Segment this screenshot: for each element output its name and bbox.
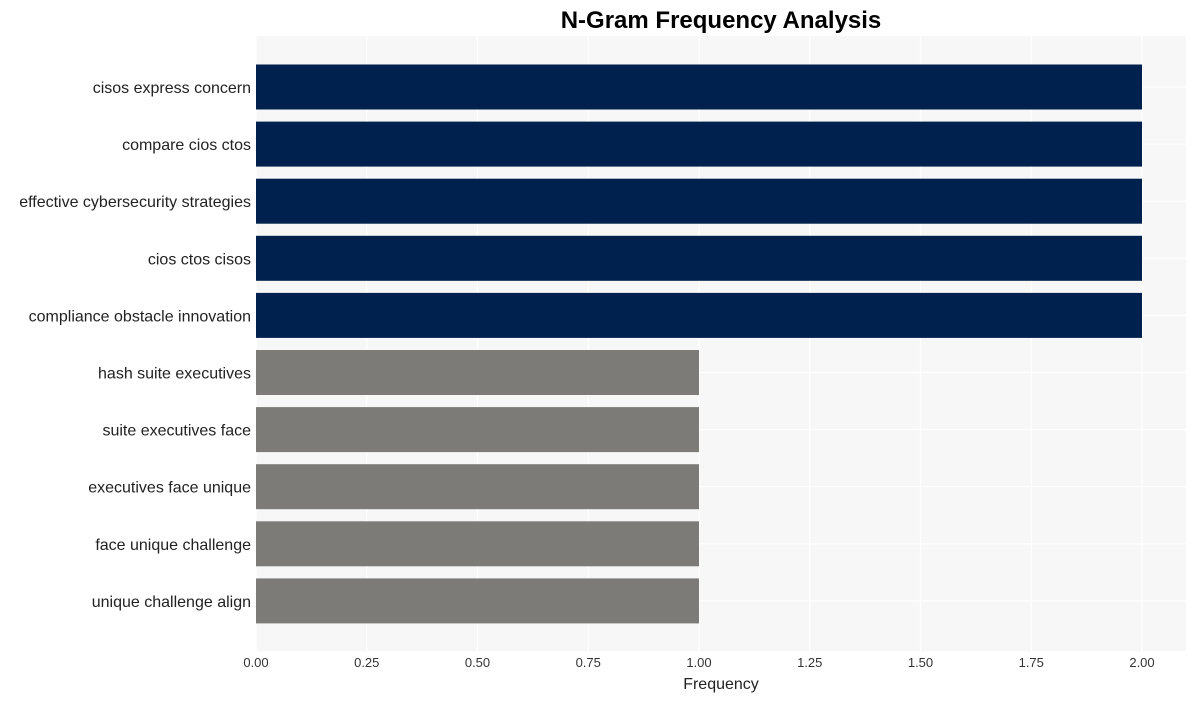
x-tick-label-7: 1.75 bbox=[1019, 655, 1044, 670]
x-tick-label-3: 0.75 bbox=[576, 655, 601, 670]
y-tick-label-6: suite executives face bbox=[102, 423, 251, 440]
bar-8 bbox=[256, 521, 699, 567]
x-axis-ticks: 0.00 0.25 0.50 0.75 1.00 1.25 1.50 1.75 2.00 bbox=[243, 655, 1154, 670]
y-tick-label-5: hash suite executives bbox=[98, 366, 251, 383]
bar-6 bbox=[256, 407, 699, 453]
bar-9 bbox=[256, 578, 699, 624]
y-tick-label-9: unique challenge align bbox=[92, 594, 251, 611]
bar-2 bbox=[256, 178, 1142, 224]
y-axis-labels: cisos express concern compare cios ctos ef… bbox=[19, 80, 251, 611]
bar-0 bbox=[256, 64, 1142, 110]
x-tick-label-5: 1.25 bbox=[797, 655, 822, 670]
x-tick-label-6: 1.50 bbox=[908, 655, 933, 670]
y-tick-label-2: effective cybersecurity strategies bbox=[19, 194, 251, 211]
bar-3 bbox=[256, 235, 1142, 281]
ngram-bar-chart: cisos express concern compare cios ctos ef… bbox=[19, 7, 1186, 693]
x-tick-label-4: 1.00 bbox=[686, 655, 711, 670]
x-tick-label-0: 0.00 bbox=[243, 655, 268, 670]
bar-5 bbox=[256, 350, 699, 395]
bar-7 bbox=[256, 464, 699, 510]
y-tick-label-8: face unique challenge bbox=[95, 537, 251, 554]
y-tick-label-1: compare cios ctos bbox=[122, 137, 251, 154]
y-tick-label-7: executives face unique bbox=[88, 480, 251, 497]
y-tick-label-3: cios ctos cisos bbox=[148, 251, 251, 268]
x-axis-label: Frequency bbox=[683, 676, 759, 693]
y-tick-label-4: compliance obstacle innovation bbox=[29, 308, 251, 325]
chart-title: N-Gram Frequency Analysis bbox=[561, 7, 882, 34]
x-tick-label-8: 2.00 bbox=[1129, 655, 1154, 670]
y-tick-label-0: cisos express concern bbox=[93, 80, 251, 97]
bar-1 bbox=[256, 121, 1142, 167]
x-tick-label-2: 0.50 bbox=[465, 655, 490, 670]
bar-4 bbox=[256, 292, 1142, 338]
x-tick-label-1: 0.25 bbox=[354, 655, 379, 670]
